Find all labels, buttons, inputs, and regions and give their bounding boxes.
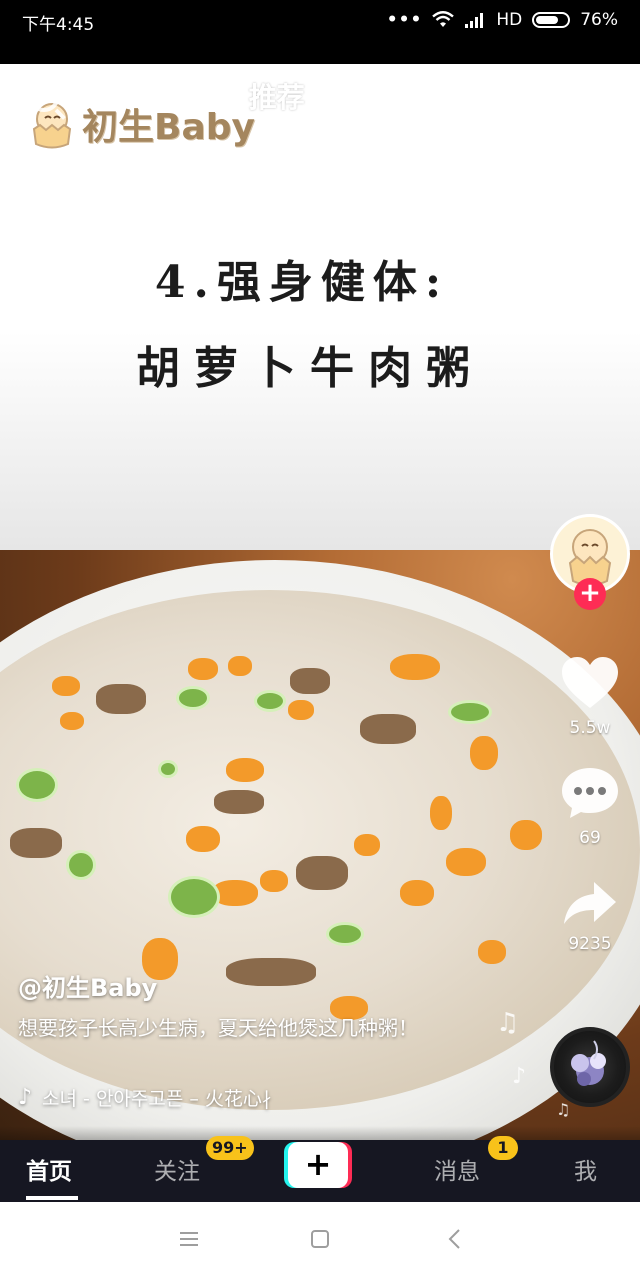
battery-percent: 76% bbox=[580, 10, 618, 30]
battery-icon bbox=[532, 12, 571, 28]
carrot-piece bbox=[400, 880, 434, 906]
carrot-piece bbox=[226, 758, 264, 782]
home-square-icon[interactable] bbox=[309, 1228, 331, 1250]
green-onion-piece bbox=[16, 768, 58, 802]
carrot-piece bbox=[260, 870, 288, 892]
beef-piece bbox=[10, 828, 62, 858]
green-onion-piece bbox=[176, 686, 210, 710]
network-type: HD bbox=[496, 10, 523, 30]
porridge-bowl-image bbox=[0, 550, 640, 1140]
signal-icon bbox=[465, 13, 484, 28]
music-note-icon: ♪ bbox=[512, 1064, 527, 1089]
plus-icon: + bbox=[288, 1142, 348, 1188]
flower-cover-icon bbox=[571, 1040, 606, 1086]
carrot-piece bbox=[354, 834, 380, 856]
beef-piece bbox=[296, 856, 348, 890]
nav-home[interactable]: 首页 bbox=[26, 1152, 72, 1186]
back-chevron-icon[interactable] bbox=[444, 1228, 466, 1250]
video-headline: 4.强身健体: bbox=[154, 257, 450, 308]
video-dish-name: 胡萝卜牛肉粥 bbox=[136, 343, 484, 394]
comment-count: 69 bbox=[579, 828, 601, 848]
beef-piece bbox=[360, 714, 416, 744]
carrot-piece bbox=[186, 826, 220, 852]
video-caption: 想要孩子长高少生病，夏天给他煲这几种粥！ bbox=[18, 1016, 418, 1040]
green-onion-piece bbox=[254, 690, 286, 712]
tab-local[interactable]: 同城 bbox=[339, 78, 391, 115]
live-icon[interactable] bbox=[572, 84, 610, 104]
bottom-nav: 首页 关注 99+ + 消息 1 我 bbox=[0, 1136, 640, 1202]
music-disc-button[interactable] bbox=[550, 1027, 630, 1107]
share-arrow-icon bbox=[564, 882, 616, 924]
status-bar: 下午4:45 ••• HD 76% bbox=[0, 0, 640, 64]
music-info[interactable]: ♪ 소녀 - 안아주고픈 – 火花心∤ bbox=[18, 1084, 271, 1111]
video-title-card: 初生Baby 4.强身健体: 胡萝卜牛肉粥 bbox=[0, 64, 640, 550]
wifi-icon bbox=[432, 11, 455, 27]
notification-dots-icon: ••• bbox=[386, 10, 423, 30]
green-onion-piece bbox=[158, 760, 178, 778]
menu-icon[interactable] bbox=[178, 1228, 200, 1250]
carrot-piece bbox=[52, 676, 80, 696]
nav-me[interactable]: 我 bbox=[574, 1152, 597, 1186]
creator-avatar-button[interactable]: + bbox=[550, 514, 630, 610]
carrot-piece bbox=[390, 654, 440, 680]
carrot-piece bbox=[446, 848, 486, 876]
carrot-piece bbox=[470, 736, 498, 770]
tab-recommend[interactable]: 推荐 bbox=[249, 76, 305, 116]
carrot-piece bbox=[288, 700, 314, 720]
carrot-piece bbox=[478, 940, 506, 964]
nav-messages[interactable]: 消息 bbox=[434, 1152, 480, 1186]
share-count: 9235 bbox=[568, 934, 612, 954]
music-note-icon: ♫ bbox=[496, 1008, 520, 1038]
feed-tabs: 推荐 同城 bbox=[0, 76, 640, 116]
heart-icon bbox=[562, 657, 618, 708]
beef-piece bbox=[226, 958, 316, 986]
music-title: 소녀 - 안아주고픈 – 火花心∤ bbox=[42, 1088, 272, 1110]
nav-following[interactable]: 关注 bbox=[154, 1152, 200, 1186]
video-progress bbox=[0, 1126, 640, 1140]
status-indicators: ••• HD 76% bbox=[387, 10, 618, 30]
following-badge: 99+ bbox=[206, 1136, 254, 1160]
creator-username[interactable]: @初生Baby bbox=[18, 968, 157, 1003]
system-nav-bar bbox=[0, 1202, 640, 1280]
carrot-piece bbox=[228, 656, 252, 676]
green-onion-piece bbox=[448, 700, 492, 724]
carrot-piece bbox=[510, 820, 542, 850]
tiktok-note-icon: ♪ bbox=[18, 1085, 33, 1110]
beef-piece bbox=[96, 684, 146, 714]
comment-button[interactable]: 69 bbox=[555, 766, 625, 848]
green-onion-piece bbox=[168, 876, 220, 918]
messages-badge: 1 bbox=[488, 1136, 518, 1160]
like-count: 5.5w bbox=[569, 718, 611, 738]
like-button[interactable]: 5.5w bbox=[555, 656, 625, 738]
comment-bubble-icon bbox=[562, 768, 618, 818]
beef-piece bbox=[214, 790, 264, 814]
create-video-button[interactable]: + bbox=[284, 1142, 352, 1188]
carrot-piece bbox=[60, 712, 84, 730]
music-note-icon: ♫ bbox=[556, 1100, 571, 1119]
carrot-piece bbox=[430, 796, 452, 830]
green-onion-piece bbox=[66, 850, 96, 880]
beef-piece bbox=[290, 668, 330, 694]
nav-active-indicator bbox=[26, 1196, 78, 1200]
status-time: 下午4:45 bbox=[22, 15, 95, 35]
share-button[interactable]: 9235 bbox=[555, 880, 625, 954]
carrot-piece bbox=[188, 658, 218, 680]
green-onion-piece bbox=[326, 922, 364, 946]
tab-divider bbox=[321, 88, 323, 111]
follow-plus-button[interactable]: + bbox=[574, 578, 606, 610]
